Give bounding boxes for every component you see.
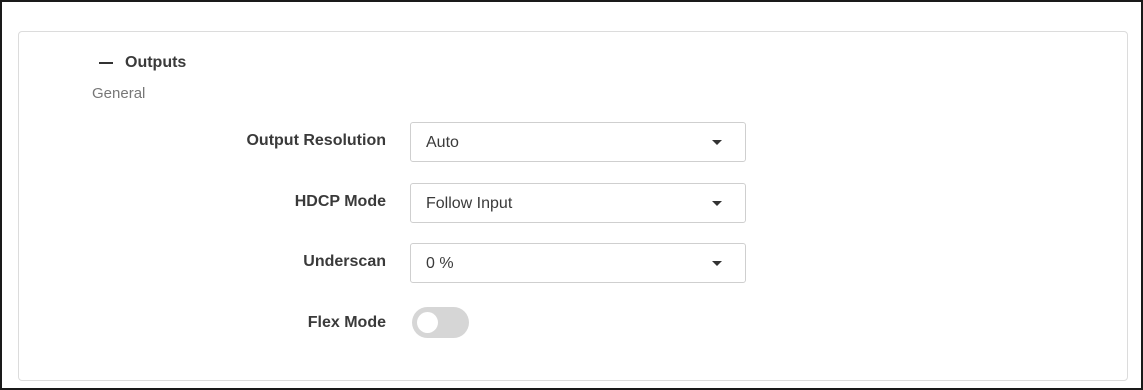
general-group-label: General <box>92 85 146 102</box>
output-resolution-value: Auto <box>426 134 459 151</box>
hdcp-mode-value: Follow Input <box>426 195 513 212</box>
outputs-section-toggle[interactable]: Outputs <box>83 50 207 76</box>
section-title: Outputs <box>125 54 187 71</box>
flex-mode-label: Flex Mode <box>307 314 386 331</box>
underscan-label: Underscan <box>303 253 386 270</box>
minus-icon[interactable] <box>99 62 113 64</box>
underscan-value: 0 % <box>426 255 454 272</box>
toggle-knob <box>417 312 438 333</box>
caret-down-icon <box>712 140 722 145</box>
output-resolution-select[interactable]: Auto <box>410 122 746 162</box>
hdcp-mode-label: HDCP Mode <box>294 193 386 210</box>
caret-down-icon <box>712 201 722 206</box>
flex-mode-toggle[interactable] <box>412 307 469 338</box>
underscan-select[interactable]: 0 % <box>410 243 746 283</box>
caret-down-icon <box>712 261 722 266</box>
output-resolution-label: Output Resolution <box>246 132 386 149</box>
hdcp-mode-select[interactable]: Follow Input <box>410 183 746 223</box>
